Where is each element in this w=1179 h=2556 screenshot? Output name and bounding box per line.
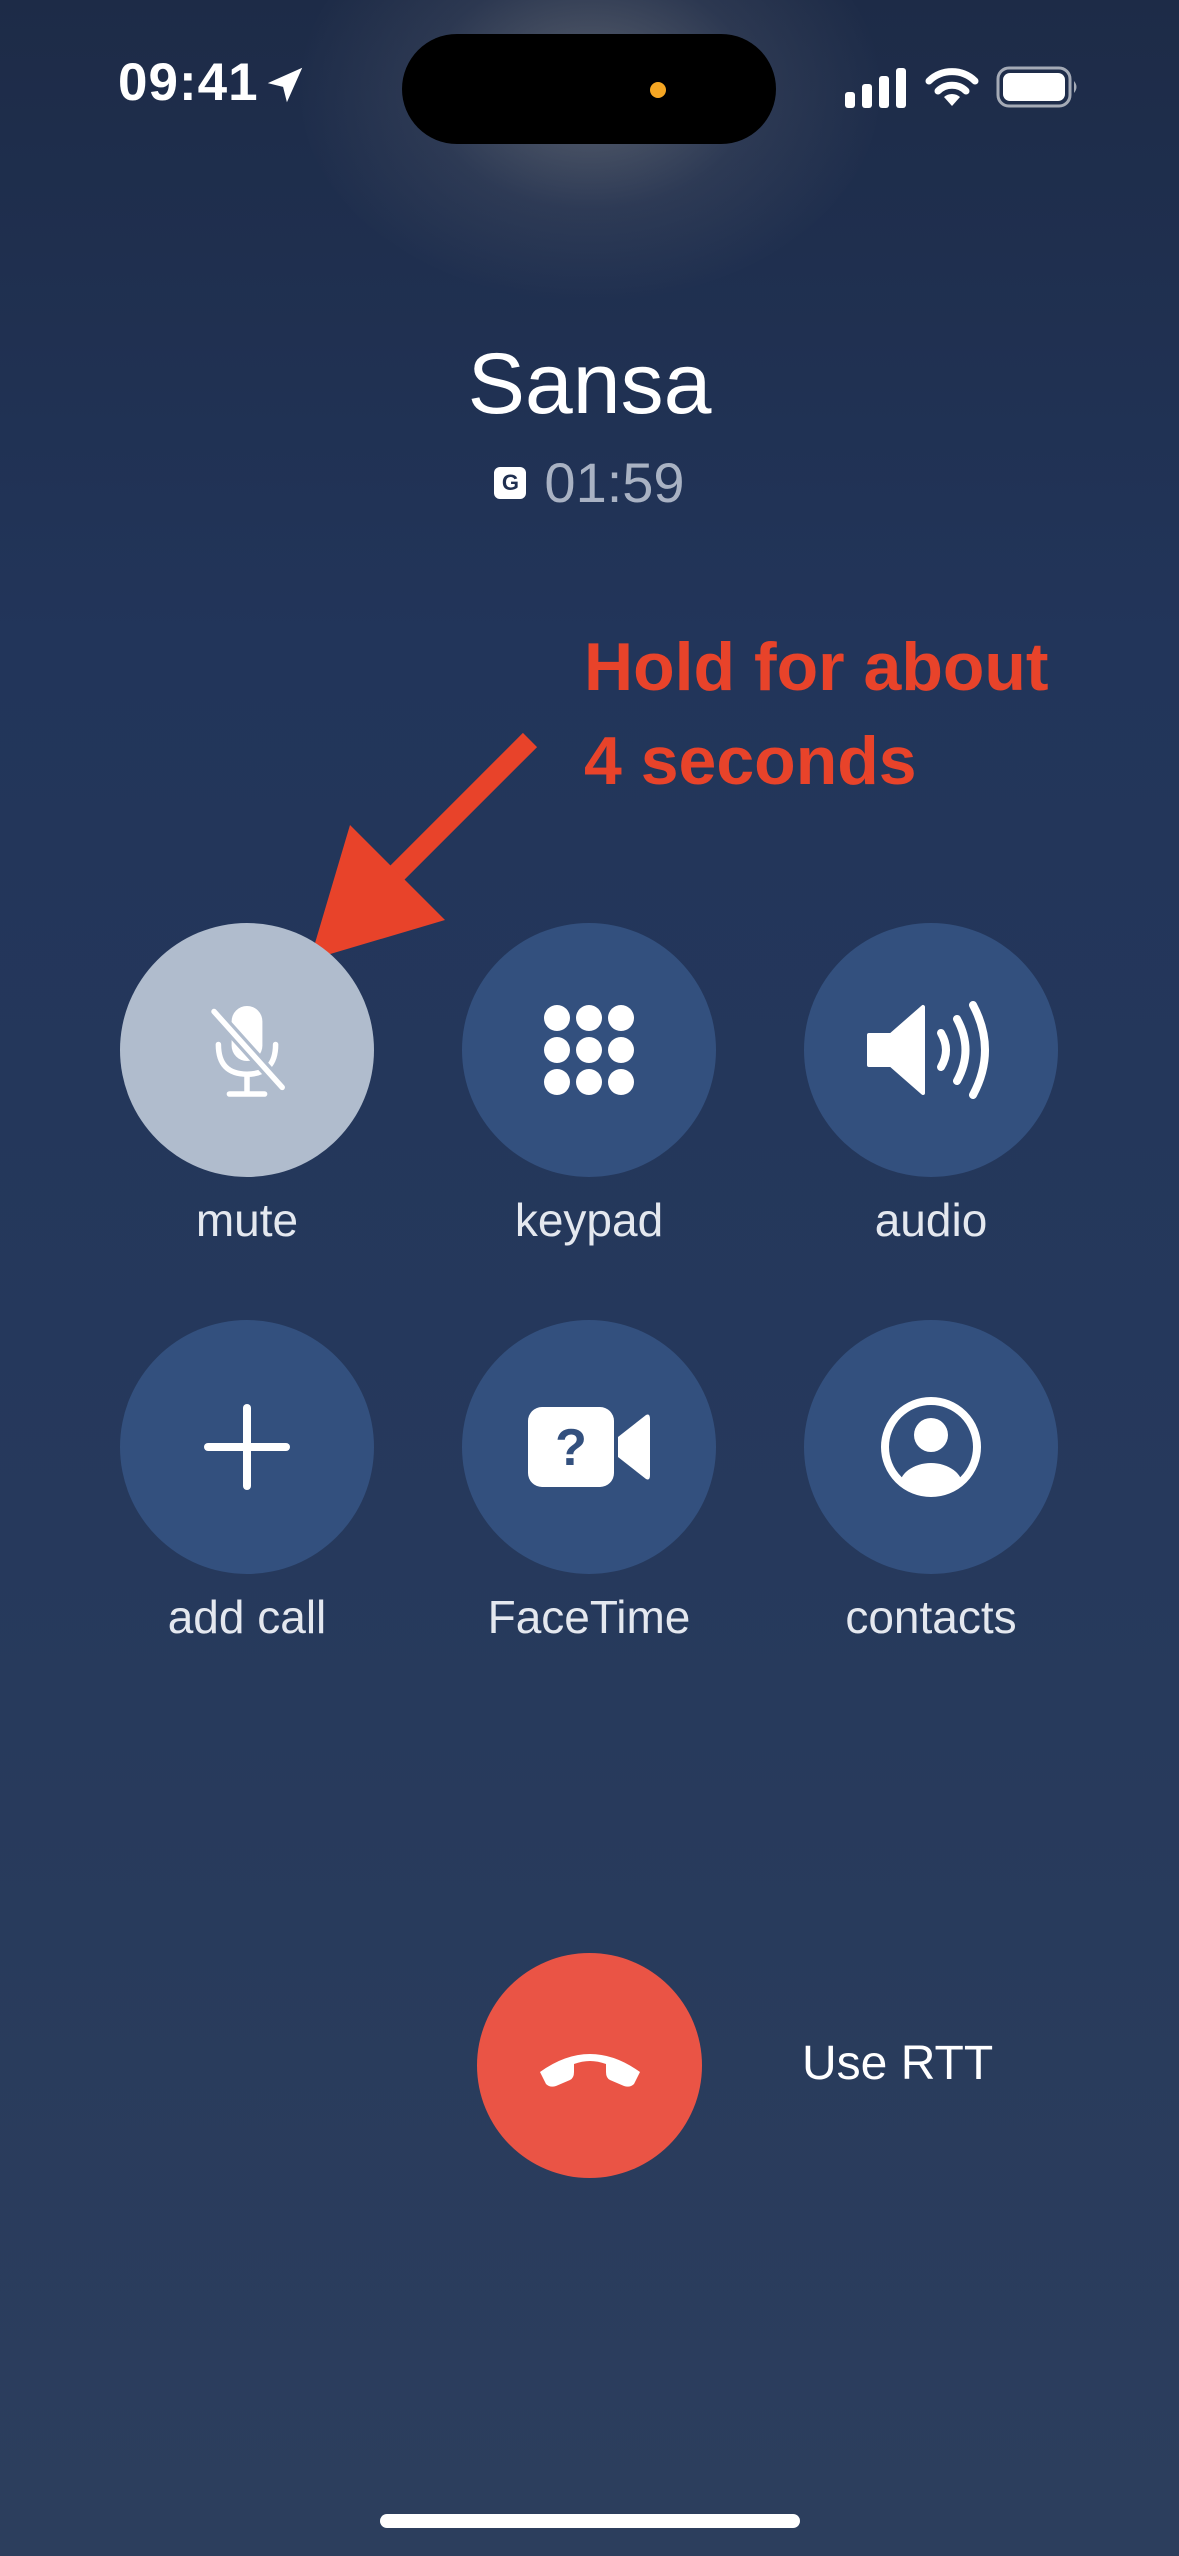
facetime-question-icon: ? [528,1407,650,1487]
caller-name: Sansa [467,336,712,432]
plus-icon [204,1404,290,1490]
status-time: 09:41 [118,53,259,112]
battery-icon [996,66,1077,108]
audio-button-circle[interactable] [804,923,1058,1177]
home-indicator[interactable] [380,2514,800,2528]
keypad-button[interactable]: keypad [462,923,716,1246]
add-call-button-circle[interactable] [120,1320,374,1574]
keypad-icon [544,1005,634,1095]
mute-label: mute [195,1194,299,1246]
svg-text:?: ? [555,1419,587,1477]
annotation-text: Hold for about 4 seconds [584,620,1049,808]
microphone-slash-icon [209,1006,287,1097]
facetime-button-circle[interactable]: ? [462,1320,716,1574]
annotation-line-1: Hold for about [584,629,1049,705]
facetime-button[interactable]: ? FaceTime [462,1320,716,1643]
audio-button[interactable]: audio [804,923,1058,1246]
call-duration: 01:59 [544,451,685,514]
add-call-label: add call [167,1591,327,1643]
facetime-label: FaceTime [487,1591,691,1643]
mute-button[interactable]: mute [120,923,374,1246]
add-call-button[interactable]: add call [120,1320,374,1643]
annotation-line-2: 4 seconds [584,723,917,799]
keypad-label: keypad [514,1194,664,1246]
privacy-indicator-dot [650,82,666,98]
contacts-button-circle[interactable] [804,1320,1058,1574]
contacts-label: contacts [845,1591,1017,1643]
use-rtt-button[interactable]: Use RTT [802,2036,993,2091]
location-arrow-icon [267,67,303,103]
carrier-badge: G [494,466,527,499]
phone-hangup-icon [539,2053,640,2087]
keypad-button-circle[interactable] [462,923,716,1177]
call-subtitle: G 01:59 [0,450,1179,515]
dynamic-island [402,34,776,144]
wifi-icon [925,68,979,106]
contacts-button[interactable]: contacts [804,1320,1058,1643]
audio-label: audio [874,1194,988,1246]
mute-button-circle[interactable] [120,923,374,1177]
person-circle-icon [881,1397,981,1497]
end-call-button[interactable] [477,1953,702,2178]
cellular-signal-icon [845,68,906,108]
speaker-icon [867,1001,989,1099]
